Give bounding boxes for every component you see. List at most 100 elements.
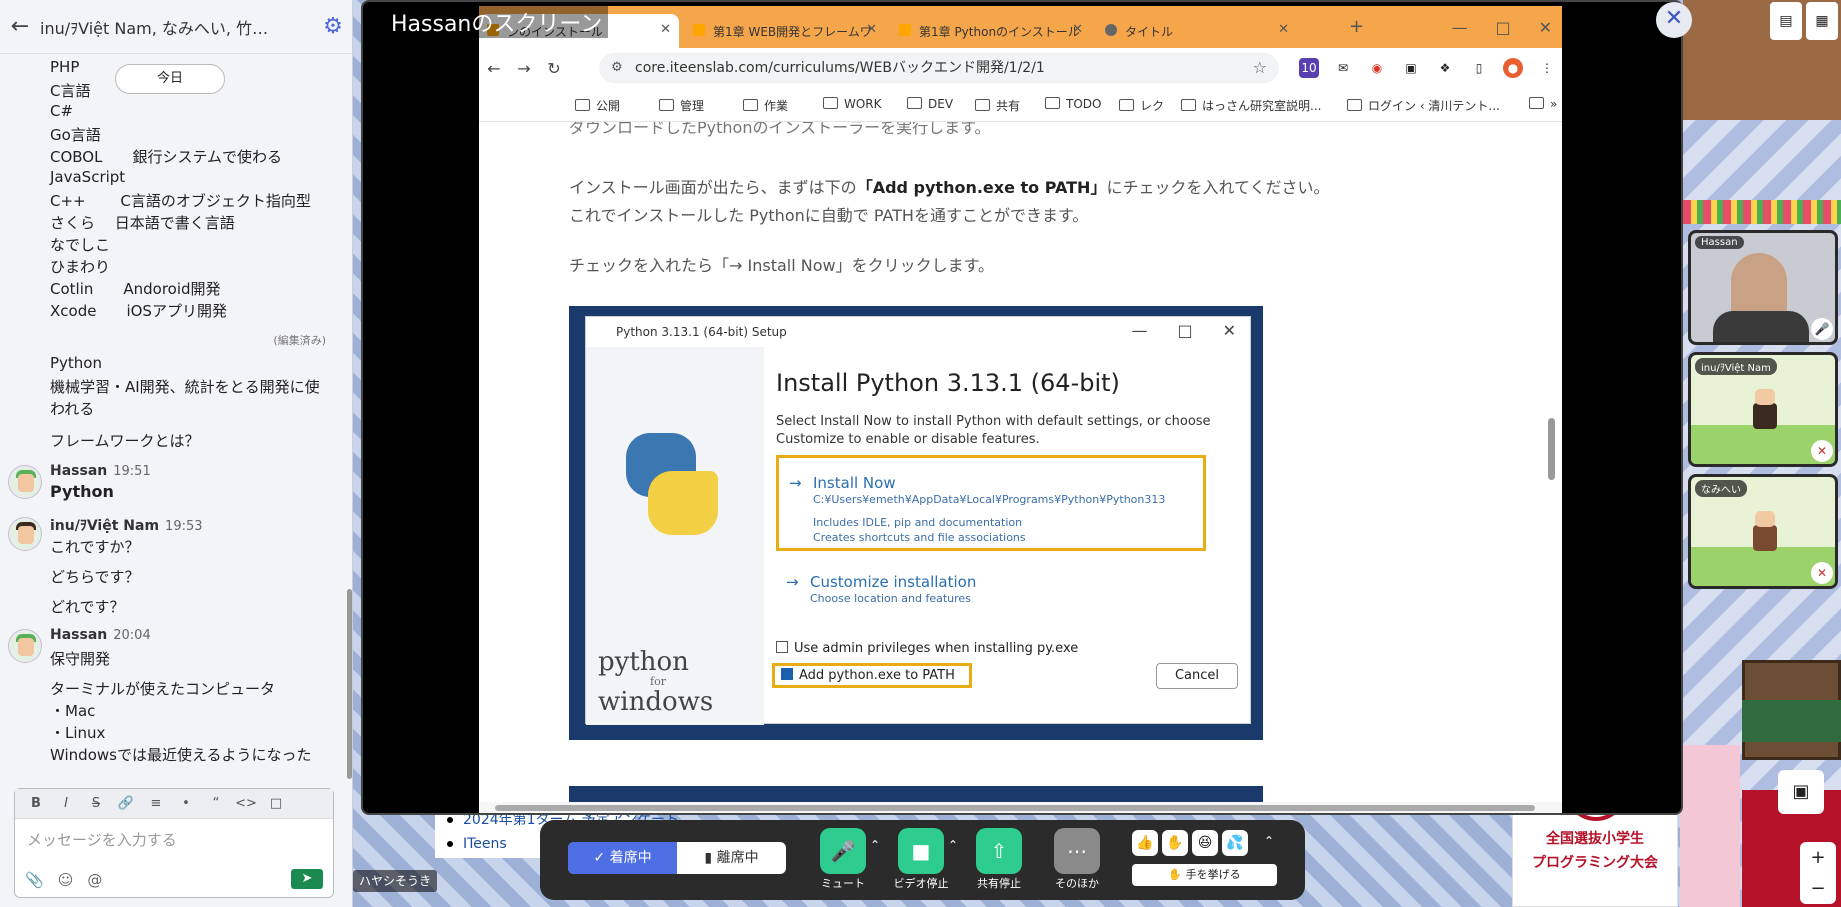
ordered-list-icon[interactable]: ≡ — [143, 796, 169, 811]
avatar[interactable] — [8, 465, 42, 499]
attach-icon[interactable]: 📎 — [25, 871, 44, 889]
page-scrollbar[interactable] — [1546, 122, 1556, 813]
avatar[interactable] — [8, 629, 42, 663]
maximize-icon[interactable]: □ — [1495, 18, 1510, 37]
page-h-scroll-thumb[interactable] — [495, 805, 1535, 811]
presence-toggle[interactable]: ✓ 着席中 ▮ 離席中 — [568, 842, 786, 874]
browser-tab[interactable]: タイトル ✕ — [1097, 14, 1297, 48]
code-block-icon[interactable]: □ — [263, 796, 289, 811]
bookmark-link[interactable]: はっさん研究室説明... — [1181, 97, 1321, 114]
sweat-icon[interactable]: 💦 — [1222, 830, 1248, 856]
bookmark-folder[interactable]: 共有 — [975, 97, 1020, 114]
quote-icon[interactable]: “ — [203, 796, 229, 811]
mail-icon[interactable]: ✉ — [1333, 58, 1353, 78]
gear-icon[interactable]: ⚙ — [313, 14, 353, 39]
mic-off-icon: ✕ — [1811, 440, 1833, 462]
shield-icon[interactable]: ▣ — [1401, 58, 1421, 78]
profile-icon[interactable]: ● — [1503, 58, 1523, 78]
forward-icon[interactable]: → — [509, 59, 539, 78]
chat-scroll-thumb[interactable] — [347, 589, 352, 779]
chevron-up-icon[interactable]: ⌃ — [948, 838, 958, 852]
sidebar-icon[interactable]: ▯ — [1469, 58, 1489, 78]
globe-icon — [1105, 24, 1117, 36]
close-icon[interactable]: ✕ — [866, 22, 877, 37]
more-icon[interactable]: ⋯ — [1054, 828, 1100, 874]
hand-icon[interactable]: ✋ — [1162, 830, 1188, 856]
address-bar[interactable]: ⚙ core.iteenslab.com/curriculums/WEBバックエ… — [599, 53, 1279, 83]
video-tile[interactable]: inu/ｦViệt Nam ✕ — [1688, 352, 1838, 467]
back-icon[interactable]: ← — [479, 59, 509, 78]
chevron-up-icon[interactable]: ⌃ — [1264, 834, 1274, 848]
avatar[interactable] — [8, 517, 42, 551]
share-screen-icon[interactable]: ⇧ — [976, 828, 1022, 874]
zoom-out-icon[interactable]: − — [1800, 873, 1836, 904]
video-tile[interactable]: なみへい ✕ — [1688, 474, 1838, 589]
code-icon[interactable]: <> — [233, 796, 259, 811]
bullet-list-icon[interactable]: • — [173, 796, 199, 811]
strikethrough-icon[interactable]: S — [83, 796, 109, 811]
screen-share-view: Hassanのスクリーン ンのインストール ✕ 第1章 WEB開発とフレームワ ✕ … — [361, 0, 1683, 815]
site-info-icon[interactable]: ⚙ — [611, 53, 623, 83]
page-content[interactable]: ダウンロードしたPythonのインストーラーを実行します。 インストール画面が出… — [479, 122, 1562, 813]
mention-icon[interactable]: @ — [87, 871, 102, 889]
participant-avatar — [1751, 389, 1779, 433]
page-scroll-thumb[interactable] — [1548, 418, 1555, 480]
bookmark-star-icon[interactable]: ☆ — [1253, 53, 1267, 83]
bookmark-link[interactable]: ログイン ‹ 清川テント... — [1347, 97, 1500, 114]
bookmark-folder[interactable]: 公開 — [575, 97, 620, 114]
bookmark-folder[interactable]: 作業 — [743, 97, 788, 114]
chat-scrollbar[interactable] — [346, 54, 353, 782]
thumbs-up-icon[interactable]: 👍 — [1132, 830, 1158, 856]
opera-icon[interactable]: ◉ — [1367, 58, 1387, 78]
bookmark-folder[interactable]: WORK — [823, 97, 882, 111]
back-arrow-icon[interactable]: ← — [0, 14, 40, 39]
minimap-icon[interactable]: ▣ — [1778, 770, 1824, 814]
layout-icon[interactable]: ▤ — [1770, 2, 1802, 40]
bold-icon[interactable]: B — [23, 796, 49, 811]
bookmarks-bar: 公開 管理 作業 WORK DEV 共有 TODO レク はっさん研究室説明..… — [479, 88, 1562, 122]
microphone-icon[interactable]: 🎤 — [820, 828, 866, 874]
link-icon[interactable]: 🔗 — [113, 796, 139, 811]
close-window-icon[interactable]: ✕ — [1539, 18, 1552, 37]
installer-heading: Install Python 3.13.1 (64-bit) — [776, 369, 1120, 397]
bookmark-folder[interactable]: レク — [1119, 97, 1164, 114]
message-list[interactable]: PHP 今日 C言語 C# Go言語 COBOL 銀行システムで使わる Java… — [0, 54, 346, 782]
bookmark-folder[interactable]: 管理 — [659, 97, 704, 114]
install-now-option: Install Now C:¥Users¥emeth¥AppData¥Local… — [776, 455, 1206, 551]
menu-dots-icon[interactable]: ⋮ — [1537, 58, 1557, 78]
browser-tab[interactable]: 第1章 WEB開発とフレームワ ✕ — [685, 14, 885, 48]
message-input[interactable] — [27, 827, 307, 853]
emoji-icon[interactable]: ☺ — [58, 871, 74, 889]
away-button[interactable]: ▮ 離席中 — [677, 842, 786, 874]
send-button[interactable]: ➤ — [291, 869, 323, 889]
close-share-icon[interactable]: ✕ — [1656, 2, 1692, 38]
browser-tab[interactable]: 第1章 Pythonのインストール ✕ — [891, 14, 1091, 48]
grid-icon[interactable]: ▦ — [1806, 2, 1838, 40]
bookmark-folder[interactable]: DEV — [907, 97, 953, 111]
laugh-icon[interactable]: 😆 — [1192, 830, 1218, 856]
close-icon[interactable]: ✕ — [1278, 22, 1289, 37]
chevron-up-icon[interactable]: ⌃ — [870, 838, 880, 852]
close-icon[interactable]: ✕ — [1072, 22, 1083, 37]
puzzle-icon[interactable]: ❖ — [1435, 58, 1455, 78]
extension-badge-icon[interactable]: 10 — [1299, 58, 1319, 78]
italic-icon[interactable]: I — [53, 796, 79, 811]
zoom-in-icon[interactable]: + — [1800, 842, 1836, 873]
participant-name: inu/ｦViệt Nam — [1695, 358, 1777, 375]
bookmark-folder[interactable]: TODO — [1045, 97, 1101, 111]
reload-icon[interactable]: ↻ — [539, 59, 569, 78]
video-tile[interactable]: Hassan 🎤 — [1688, 230, 1838, 345]
raise-hand-button[interactable]: ✋ 手を挙げる — [1132, 864, 1277, 886]
more-bookmarks-icon[interactable]: » — [1529, 97, 1557, 111]
mic-on-icon: 🎤 — [1811, 318, 1833, 340]
camera-icon[interactable]: ■ — [898, 828, 944, 874]
page-h-scrollbar[interactable] — [479, 802, 1562, 813]
share-title: Hassanのスクリーン — [385, 6, 609, 38]
close-icon[interactable]: ✕ — [660, 22, 671, 37]
message-author: Hassan 20:04 — [50, 627, 151, 643]
new-tab-icon[interactable]: + — [1349, 16, 1364, 37]
minimize-icon[interactable]: — — [1451, 18, 1467, 37]
message-line: 機械学習・AI開発、統計をとる開発に使 — [50, 378, 320, 396]
present-button[interactable]: ✓ 着席中 — [568, 842, 677, 874]
maximize-icon: □ — [1177, 321, 1193, 340]
